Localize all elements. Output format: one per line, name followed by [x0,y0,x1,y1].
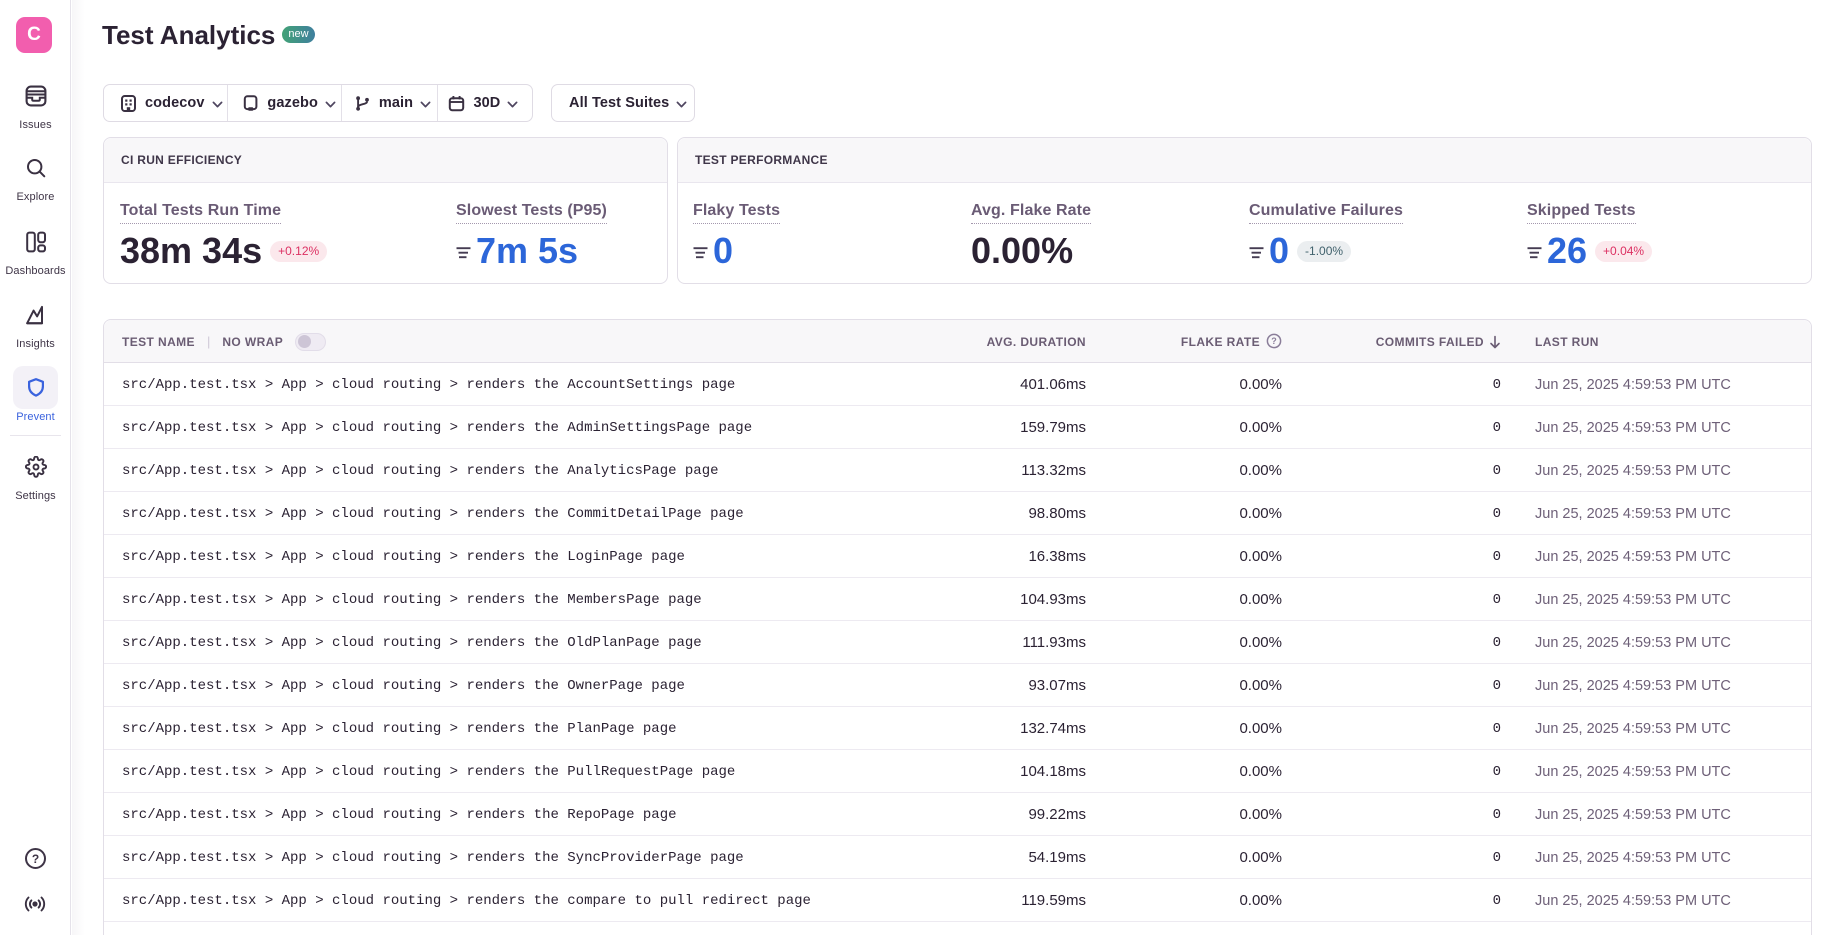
svg-text:?: ? [1271,336,1277,346]
